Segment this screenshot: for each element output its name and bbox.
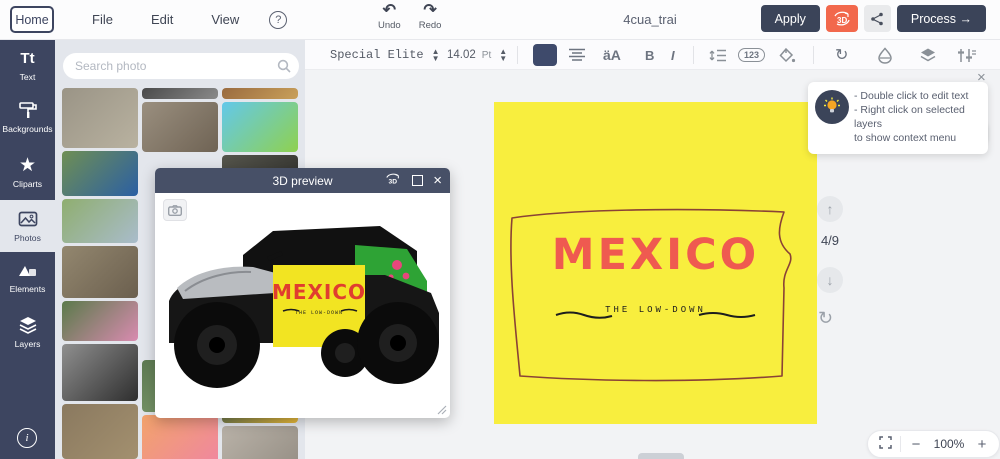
sidebar-item-elements[interactable]: Elements [0, 260, 55, 294]
text-color-swatch[interactable] [533, 44, 557, 66]
close-icon[interactable]: × [433, 175, 442, 186]
zoom-level: 100% [929, 437, 969, 451]
3d-preview-window[interactable]: 3D preview 3D × MEXICO THE LOW-DOWN [155, 168, 450, 418]
undo-icon: ↶ [383, 4, 396, 18]
help-icon[interactable]: ? [269, 11, 287, 29]
3d-preview-titlebar[interactable]: 3D preview 3D × [155, 168, 450, 193]
font-family-select[interactable]: Special Elite ▲▼ [330, 40, 440, 70]
photo-crow-bw[interactable] [62, 344, 138, 401]
numbering-icon: 123 [738, 48, 765, 62]
photo-squirrel-bench[interactable] [62, 246, 138, 298]
sidebar-item-backgrounds[interactable]: Backgrounds [0, 100, 55, 134]
bold-button[interactable]: B [645, 40, 654, 70]
share-icon [870, 12, 884, 26]
align-center-icon [568, 48, 586, 62]
reset-rotation-icon[interactable]: ↻ [818, 308, 833, 329]
sidebar-item-cliparts[interactable]: ★ Cliparts [0, 155, 55, 189]
font-size-stepper-icon: ▲▼ [499, 48, 507, 62]
paint-bucket-icon [778, 47, 796, 64]
opacity-button[interactable] [877, 40, 893, 70]
info-icon[interactable]: i [17, 428, 37, 448]
fullscreen-button[interactable] [872, 436, 898, 453]
sidebar-item-layers[interactable]: Layers [0, 315, 55, 349]
zoom-out-button[interactable]: − [903, 436, 929, 453]
font-size-select[interactable]: 14.02 Pt ▲▼ [447, 40, 507, 70]
photo-dark-slats[interactable] [142, 88, 218, 99]
apply-button[interactable]: Apply [761, 5, 820, 32]
layers-small-icon [919, 47, 937, 63]
car-decal-subtitle: THE LOW-DOWN [295, 310, 343, 316]
resize-handle[interactable] [437, 405, 447, 415]
photo-peacock[interactable] [62, 151, 138, 196]
artboard[interactable]: MEXICO THE LOW-DOWN [494, 102, 817, 424]
droplet-icon [877, 47, 893, 64]
3d-rotate-icon: 3D [832, 10, 852, 28]
lightbulb-icon [815, 90, 849, 124]
page-indicator: 4/9 [813, 233, 847, 248]
photo-lake-willow[interactable] [62, 199, 138, 243]
zoom-controls: − 100% + [867, 430, 1000, 458]
document-title: 4cua_trai [600, 12, 700, 27]
design-subtitle-text[interactable]: THE LOW-DOWN [494, 305, 817, 315]
car-decal-title: MEXICO [272, 280, 366, 304]
font-family-stepper-icon: ▲▼ [432, 48, 440, 62]
snapshot-button[interactable] [163, 199, 187, 221]
shapes-icon [18, 260, 38, 280]
photo-autumn-leaves[interactable] [222, 88, 298, 99]
process-button[interactable]: Process → [897, 5, 986, 32]
undo-button[interactable]: ↶ Undo [378, 4, 401, 31]
top-bar: Home File Edit View ? ↶ Undo ↷ Redo 4cua… [0, 0, 1000, 40]
3d-rotate-icon[interactable]: 3D [384, 173, 402, 189]
photo-gray-bird[interactable] [222, 426, 298, 459]
zoom-in-button[interactable]: + [969, 436, 995, 453]
home-button[interactable]: Home [10, 6, 54, 33]
photo-bird-on-fence[interactable] [62, 88, 138, 148]
photo-ground-bird[interactable] [62, 404, 138, 459]
camera-icon [168, 205, 182, 216]
photo-pink-flowers[interactable] [62, 301, 138, 341]
search-icon [277, 59, 291, 78]
left-sidebar: Tt Text Backgrounds ★ Cliparts Photos El… [0, 40, 55, 459]
image-icon [18, 209, 38, 229]
layer-down-button[interactable]: ↓ [817, 267, 843, 293]
menu-view[interactable]: View [211, 12, 239, 27]
layer-order-button[interactable] [919, 40, 937, 70]
text-toolbar: Special Elite ▲▼ 14.02 Pt ▲▼ äA B I 123 … [305, 40, 1000, 70]
photo-toucan[interactable] [142, 415, 218, 459]
line-spacing-icon [709, 48, 727, 63]
photo-cartoon-landscape[interactable] [222, 102, 298, 152]
numbering-button[interactable]: 123 [738, 40, 765, 70]
tune-sliders-icon [957, 47, 977, 64]
canvas-bottom-handle[interactable] [638, 453, 684, 459]
letter-case-button[interactable]: äA [603, 40, 621, 70]
italic-button[interactable]: I [671, 40, 675, 70]
fullscreen-icon [879, 436, 892, 449]
menu-file[interactable]: File [92, 12, 113, 27]
layers-icon [18, 315, 38, 335]
3d-car-model[interactable]: MEXICO THE LOW-DOWN [155, 193, 450, 418]
refresh-button[interactable]: ↻ [835, 40, 848, 70]
svg-text:3D: 3D [389, 178, 398, 185]
photo-wood-squirrel[interactable] [142, 102, 218, 152]
menu-edit[interactable]: Edit [151, 12, 173, 27]
fill-color-button[interactable] [778, 40, 796, 70]
redo-button[interactable]: ↷ Redo [419, 4, 442, 31]
align-center-button[interactable] [568, 40, 586, 70]
share-button[interactable] [864, 5, 891, 32]
text-icon: Tt [20, 48, 34, 68]
design-title-text[interactable]: MEXICO [494, 230, 817, 280]
star-icon: ★ [19, 155, 36, 175]
line-spacing-button[interactable] [709, 40, 727, 70]
text-settings-button[interactable] [957, 40, 977, 70]
paint-roller-icon [18, 100, 38, 120]
search-input[interactable] [63, 53, 299, 79]
sidebar-item-text[interactable]: Tt Text [0, 48, 55, 82]
layer-up-button[interactable]: ↑ [817, 196, 843, 222]
hint-tooltip: - Double click to edit text - Right clic… [808, 82, 988, 154]
redo-icon: ↷ [423, 4, 436, 18]
maximize-icon[interactable] [412, 175, 423, 186]
3d-toggle-button[interactable]: 3D [826, 5, 858, 32]
sidebar-item-photos[interactable]: Photos [0, 200, 55, 252]
